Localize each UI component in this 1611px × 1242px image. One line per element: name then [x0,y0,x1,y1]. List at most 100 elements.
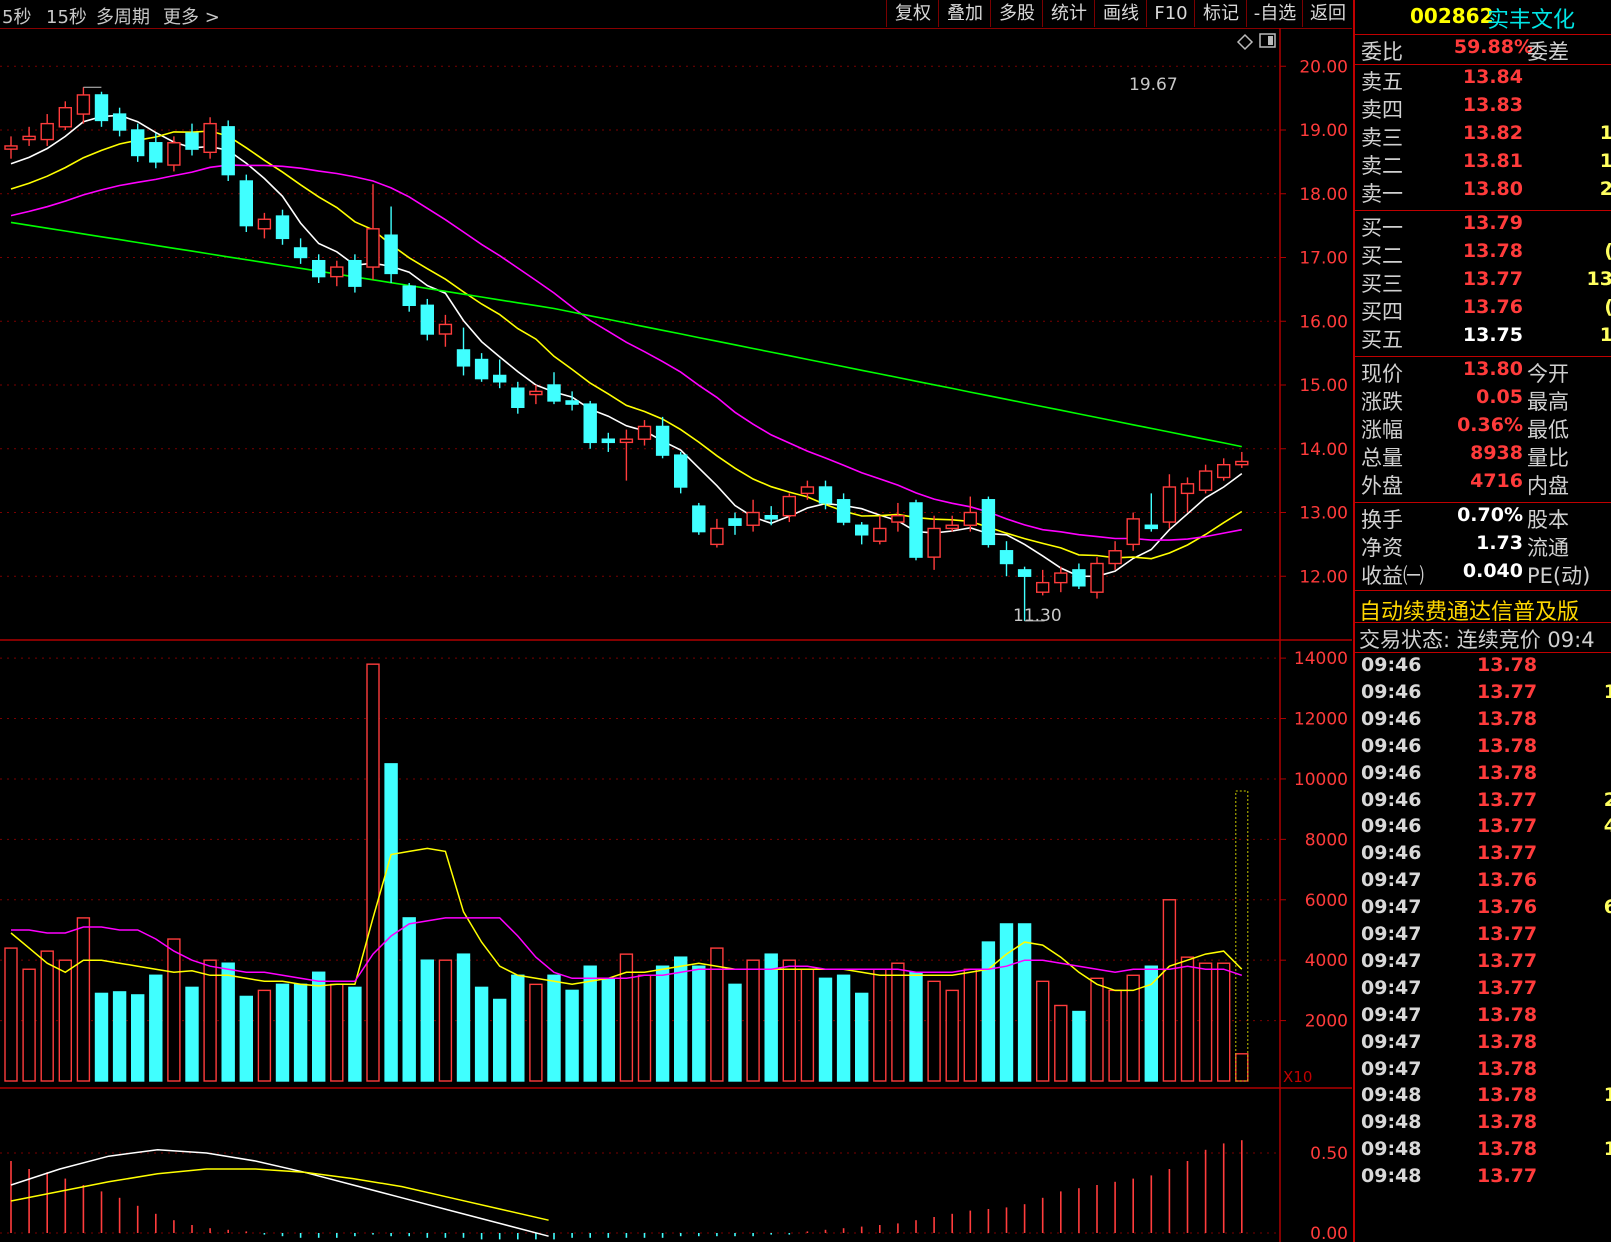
candle-down [1144,524,1159,530]
sell-order-label: 卖二 [1361,154,1403,178]
volume-tick-label: 14000 [1294,649,1348,669]
tick-row: 09:46 13.77 1 [1355,681,1611,708]
overlay-button[interactable]: 叠加 [938,0,991,27]
candle-up [1054,572,1068,584]
volume-bar [1072,1010,1086,1082]
tick-row: 09:46 13.78 [1355,735,1611,762]
candle-down [855,524,869,536]
volume-bar [855,992,869,1082]
diamond-icon[interactable] [1236,33,1254,51]
quote-label: 外盘 [1361,474,1403,498]
volume-bar [728,983,742,1082]
tick-row: 09:48 13.78 [1355,1111,1611,1138]
kline-chart[interactable]: 20.00 19.00 18.00 17.00 16.00 15.00 14.00 13.00… [0,28,1352,1242]
tick-row: 09:46 13.77 [1355,842,1611,869]
candle-up [22,135,36,141]
volume-bar [275,983,290,1082]
buy-order-value: 13.76 [1462,296,1523,318]
volume-bar [818,977,833,1082]
volume-bar [1017,923,1032,1082]
tick-time: 09:48 [1361,1138,1422,1161]
price-tick-label: 14.00 [1299,440,1348,460]
volume-bar [692,965,706,1082]
candle-down [185,132,199,150]
tick-price: 13.77 [1477,923,1538,945]
candle-up [257,218,272,230]
moving-average-lines [10,114,1243,578]
draw-line-button[interactable]: 画线 [1094,0,1147,27]
candle-down [1017,569,1032,577]
candle-up [40,122,54,141]
multi-stock-button[interactable]: 多股 [990,0,1043,27]
volume-bar [999,923,1014,1082]
stock-code: 002862 [1410,4,1494,28]
fundamental-label: 净资 [1361,536,1403,560]
candle-up [167,142,181,166]
statistics-button[interactable]: 统计 [1042,0,1095,27]
tick-price: 13.78 [1477,1138,1538,1161]
tick-row: 09:47 13.78 [1355,1031,1611,1058]
sell-order-label: 卖三 [1361,126,1403,150]
candle-down [547,384,561,402]
volume-bar [94,992,109,1082]
quote-label2: 最高 [1527,390,1569,414]
volume-bar [1054,1004,1068,1082]
candle-down [456,349,471,367]
tick-row: 09:46 13.78 [1355,654,1611,681]
buy-order-label: 买二 [1361,244,1403,268]
buy-order-label: 买四 [1361,300,1403,324]
volume-bar [76,917,91,1082]
divider [1355,356,1611,357]
candle-up [1180,483,1195,495]
restore-rights-button[interactable]: 复权 [886,0,939,27]
chart-corner-icons[interactable] [1236,33,1276,51]
period-5s-tab[interactable]: 5秒 [2,3,31,29]
back-button[interactable]: 返回 [1302,0,1353,27]
volume-bar [438,959,453,1082]
buy-order-label: 买五 [1361,328,1403,352]
candle-down [420,304,434,335]
candlesticks [4,86,1249,622]
period-15s-tab[interactable]: 15秒 [46,3,87,29]
divider [1355,590,1611,591]
volume-bar [112,991,127,1082]
tick-price: 13.78 [1477,1030,1538,1053]
sell-order-value: 13.81 [1462,150,1523,172]
macd-indicator [10,1140,1243,1240]
volume-bar [130,994,145,1082]
price-tick-label: 20.00 [1299,57,1348,77]
volume-tick-label: 4000 [1305,951,1348,971]
volume-tick-label: 2000 [1305,1012,1348,1032]
tick-time: 09:48 [1361,1111,1422,1134]
macd-dif-line [10,1149,549,1237]
order-diff-label: 委差 [1527,40,1569,64]
window-icon-fill [1268,36,1273,45]
tick-row: 09:48 13.77 [1355,1165,1611,1192]
volume-bars [4,663,1249,1082]
volume-bar [836,974,851,1082]
divider [1355,622,1611,623]
volume-bar [58,959,72,1082]
f10-button[interactable]: F10 [1146,0,1195,27]
multi-period-tab[interactable]: 多周期 [96,3,150,29]
tick-price: 13.78 [1477,1111,1538,1134]
tick-row: 09:47 13.78 [1355,1058,1611,1085]
mark-button[interactable]: 标记 [1194,0,1247,27]
tick-price: 13.77 [1477,976,1538,999]
candle-up [782,495,796,517]
remove-watchlist-button[interactable]: -自选 [1246,0,1303,27]
tick-time: 09:47 [1361,896,1422,919]
quote-value: 4716 [1470,470,1523,492]
tick-price: 13.77 [1477,949,1538,972]
tick-time: 09:47 [1361,923,1422,945]
quote-label2: 量比 [1527,446,1569,470]
tick-price: 13.76 [1477,869,1538,892]
stock-name[interactable]: 实丰文化 [1487,2,1575,34]
quote-label2: 内盘 [1527,474,1569,498]
tick-price: 13.77 [1477,815,1538,838]
volume-bar [22,968,36,1082]
more-menu[interactable]: 更多 > [163,3,220,29]
ma60-line [10,221,1242,448]
volume-bar [891,962,905,1082]
volume-bar [40,950,54,1082]
